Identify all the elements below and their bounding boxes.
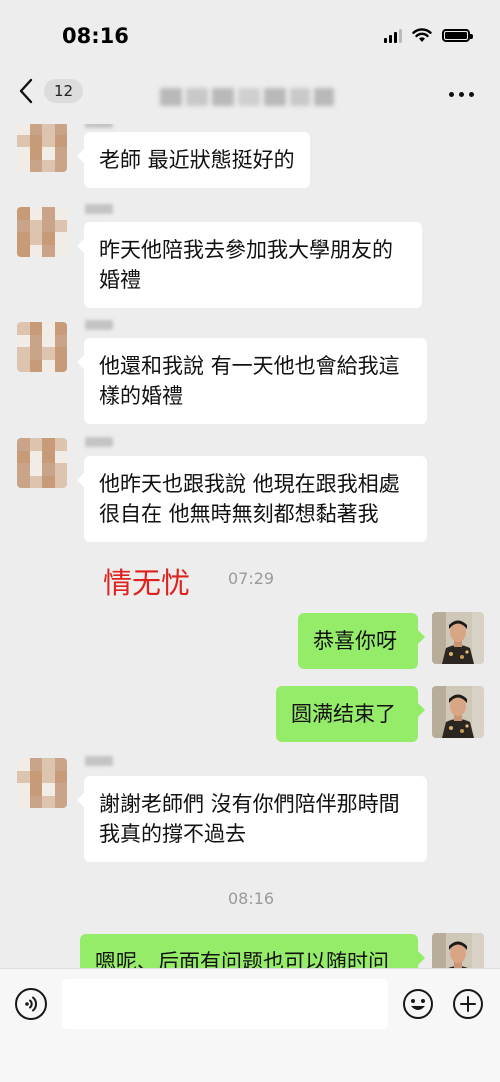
more-button[interactable]: [449, 92, 474, 97]
wifi-icon: [412, 28, 432, 42]
message-input[interactable]: [62, 979, 388, 1029]
chevron-left-icon: [19, 78, 33, 104]
contact-name-blurred: [85, 320, 113, 330]
chat-title-blurred: [160, 88, 342, 106]
status-icons: [384, 28, 473, 43]
message-text-line: 他昨天也跟我說 他現在跟我相處: [99, 472, 400, 496]
message-text: 嗯呢、后面有问题也可以随时问: [95, 950, 389, 968]
plus-icon[interactable]: [452, 988, 484, 1020]
message-text-line: 我真的撐不過去: [99, 822, 246, 846]
message-bubble[interactable]: 謝謝老師們 沒有你們陪伴那時間 我真的撐不過去: [77, 776, 427, 862]
emoji-icon[interactable]: [402, 988, 434, 1020]
message-bubble[interactable]: 昨天他陪我去參加我大學朋友的 婚禮: [77, 222, 422, 308]
message-bubble-self[interactable]: 圆满结束了: [276, 686, 425, 742]
battery-icon: [442, 29, 473, 42]
self-avatar[interactable]: [432, 686, 484, 738]
more-icon: [449, 92, 454, 97]
contact-name-blurred: [85, 756, 113, 766]
message-text: 圆满结束了: [291, 702, 396, 726]
back-button[interactable]: 12: [14, 76, 84, 106]
message-bubble-self[interactable]: 恭喜你呀: [298, 613, 425, 669]
contact-avatar[interactable]: [17, 438, 67, 488]
message-text-line: 他還和我說 有一天他也會給我這: [99, 354, 400, 378]
contact-avatar[interactable]: [17, 207, 67, 257]
message-bubble-self[interactable]: 嗯呢、后面有问题也可以随时问: [80, 934, 425, 968]
chat-area[interactable]: 老師 最近狀態挺好的 昨天他陪我去參加我大學朋友的 婚禮 他還和我說 有一天他也…: [0, 124, 500, 968]
unread-badge: 12: [44, 79, 84, 103]
message-text-line: 樣的婚禮: [99, 384, 183, 408]
input-bar: [0, 968, 500, 1082]
message-text-line: 謝謝老師們 沒有你們陪伴那時間: [99, 792, 400, 816]
message-bubble[interactable]: 他昨天也跟我說 他現在跟我相處 很自在 他無時無刻都想黏著我: [77, 456, 427, 542]
timestamp: 07:29: [228, 569, 275, 588]
status-time: 08:16: [62, 24, 129, 48]
nav-bar: 12: [0, 68, 500, 124]
signal-icon: [384, 28, 402, 43]
message-bubble[interactable]: 老師 最近狀態挺好的: [77, 132, 310, 188]
message-text-line: 昨天他陪我去參加我大學朋友的: [99, 238, 393, 262]
message-text-line: 很自在 他無時無刻都想黏著我: [99, 502, 379, 526]
message-bubble[interactable]: 他還和我說 有一天他也會給我這 樣的婚禮: [77, 338, 427, 424]
self-avatar[interactable]: [432, 933, 484, 968]
contact-avatar[interactable]: [17, 758, 67, 808]
timestamp: 08:16: [228, 889, 275, 908]
message-text: 老師 最近狀態挺好的: [99, 148, 295, 172]
voice-button[interactable]: [15, 988, 47, 1020]
contact-name-blurred: [85, 204, 113, 214]
status-bar: 08:16: [0, 0, 500, 68]
contact-avatar[interactable]: [17, 124, 67, 172]
message-text-line: 婚禮: [99, 268, 141, 292]
contact-avatar[interactable]: [17, 322, 67, 372]
overlay-watermark-text: 情无忧: [103, 566, 191, 600]
message-text: 恭喜你呀: [313, 629, 397, 653]
voice-icon: [25, 996, 37, 1012]
contact-name-blurred: [85, 124, 113, 128]
contact-name-blurred: [85, 437, 113, 447]
self-avatar[interactable]: [432, 612, 484, 664]
